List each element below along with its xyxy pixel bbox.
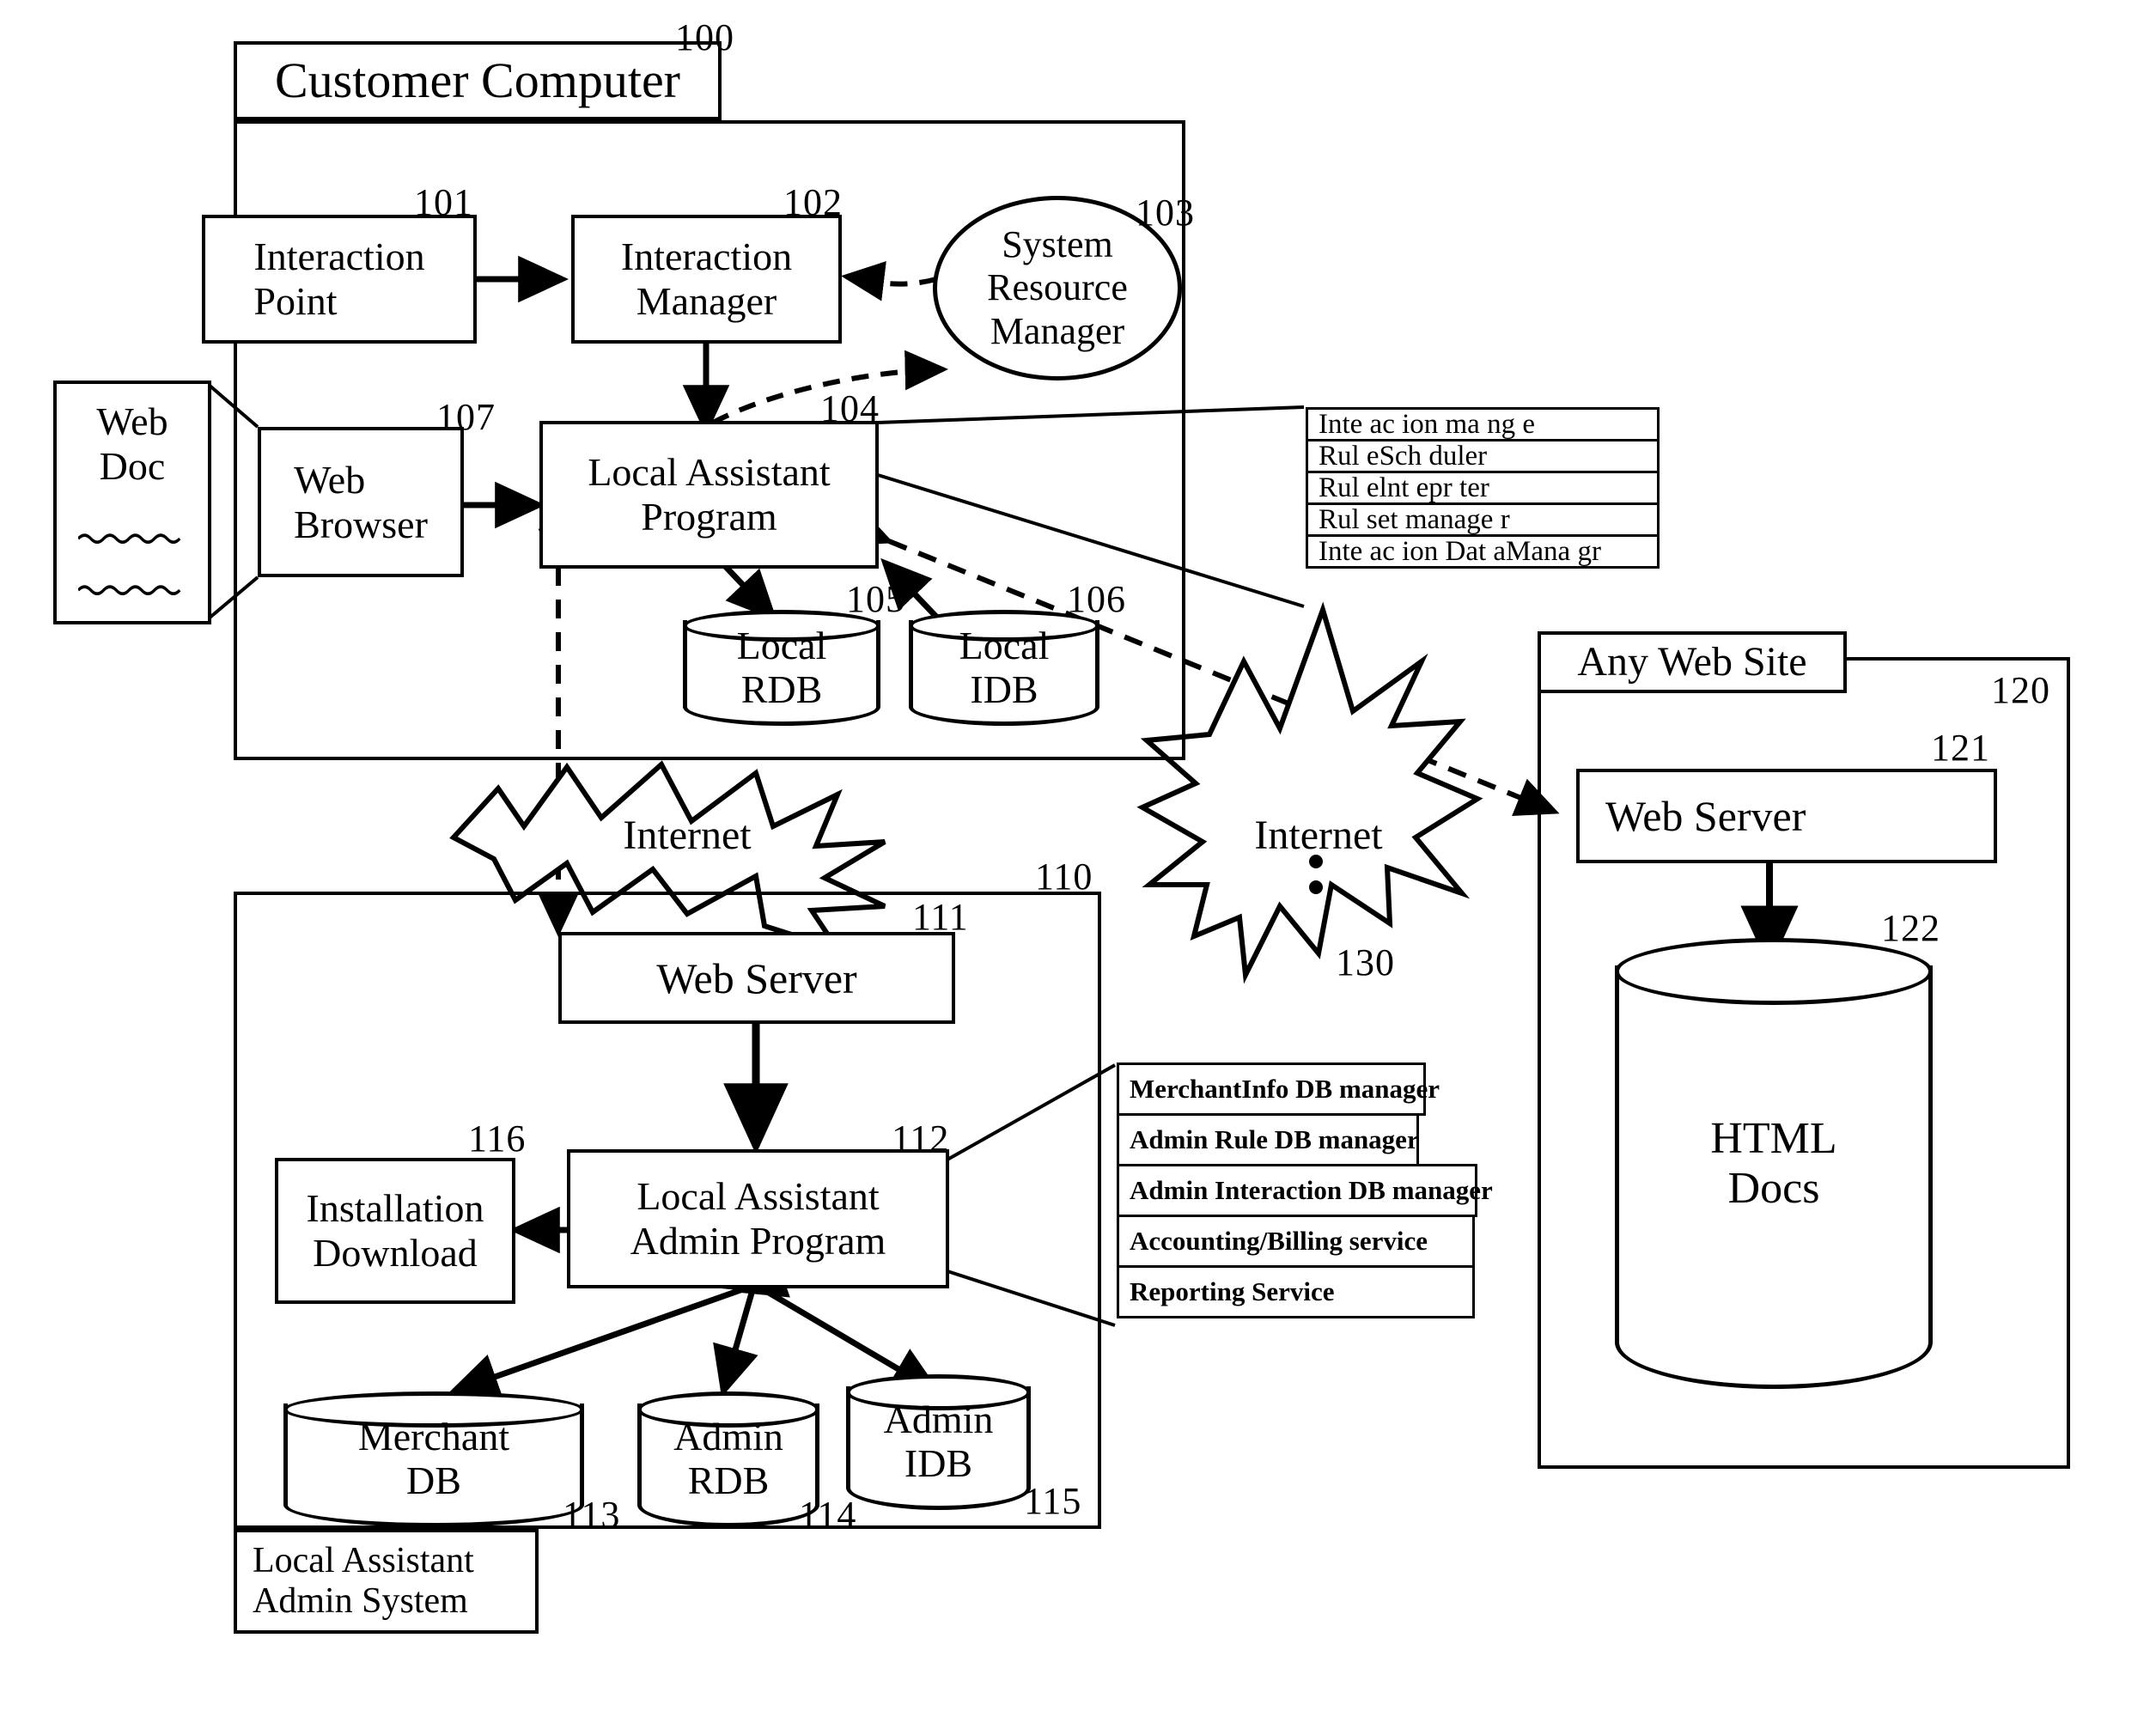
admin-idb-text: Admin IDB xyxy=(846,1374,1031,1510)
ref-116: 116 xyxy=(468,1117,527,1160)
interaction-point-line1: Interaction xyxy=(253,234,425,279)
admin-module-list-item: Accounting/Billing service xyxy=(1117,1215,1475,1268)
local-rdb-cylinder[interactable]: Local RDB xyxy=(683,610,880,726)
module-list-item: Rul elnt epr ter xyxy=(1306,471,1660,505)
site-web-server-box[interactable]: Web Server xyxy=(1576,769,1997,863)
lap-line1: Local Assistant xyxy=(588,450,831,495)
web-doc-squiggle-1 xyxy=(77,533,181,544)
customer-computer-title: Customer Computer xyxy=(234,41,722,120)
internet-starburst-right xyxy=(1136,601,1483,984)
install-line2: Download xyxy=(313,1231,478,1275)
admin-system-caption-box: Local Assistant Admin System xyxy=(234,1529,539,1634)
web-doc-text: Web Doc xyxy=(57,399,208,488)
admin-module-list-item: Reporting Service xyxy=(1117,1265,1475,1318)
merchant-db-line1: Merchant xyxy=(357,1415,510,1459)
module-list-item: Inte ac ion ma ng e xyxy=(1306,407,1660,441)
interaction-manager-line2: Manager xyxy=(636,279,777,323)
ref-100: 100 xyxy=(675,16,734,58)
admin-caption-line2: Admin System xyxy=(253,1581,468,1621)
ref-102: 102 xyxy=(783,181,843,223)
srm-line3: Manager xyxy=(990,309,1125,352)
interaction-point-line2: Point xyxy=(253,279,338,323)
admin-idb-cylinder[interactable]: Admin IDB xyxy=(846,1374,1031,1510)
admin-web-server-label: Web Server xyxy=(656,953,857,1002)
srm-line1: System xyxy=(1002,223,1113,266)
merchant-db-line2: DB xyxy=(406,1458,461,1502)
admin-caption-line1: Local Assistant xyxy=(253,1540,474,1580)
any-web-site-title-text: Any Web Site xyxy=(1577,639,1807,685)
installation-download-box[interactable]: Installation Download xyxy=(275,1158,515,1304)
web-doc-page: Web Doc xyxy=(53,381,211,624)
web-browser-line2: Browser xyxy=(294,502,428,546)
web-doc-squiggle-2 xyxy=(77,585,181,595)
internet-label-right: Internet xyxy=(1254,813,1383,858)
lap-line2: Program xyxy=(641,495,777,539)
admin-rdb-line2: RDB xyxy=(687,1458,770,1502)
ref-120: 120 xyxy=(1991,669,2050,711)
web-doc-line1: Web xyxy=(96,399,168,443)
admin-idb-line1: Admin xyxy=(883,1397,994,1442)
admin-rdb-cylinder[interactable]: Admin RDB xyxy=(637,1391,819,1527)
patent-figure-canvas: Interaction Manager (dashed) --> System … xyxy=(0,0,2156,1711)
admin-idb-line2: IDB xyxy=(904,1441,973,1485)
merchant-db-text: Merchant DB xyxy=(283,1391,584,1527)
local-idb-line1: Local xyxy=(959,623,1050,667)
laap-line2: Admin Program xyxy=(630,1219,886,1263)
module-list-item: Inte ac ion Dat aMana gr xyxy=(1306,534,1660,569)
ref-115: 115 xyxy=(1024,1480,1082,1522)
local-rdb-line2: RDB xyxy=(740,667,823,711)
srm-line2: Resource xyxy=(987,266,1128,309)
local-assistant-admin-program-box[interactable]: Local Assistant Admin Program xyxy=(567,1149,949,1288)
ref-103: 103 xyxy=(1136,192,1195,234)
admin-rdb-line1: Admin xyxy=(673,1415,783,1459)
module-list-item: Rul eSch duler xyxy=(1306,439,1660,473)
internet-dot-lower xyxy=(1309,880,1323,894)
admin-module-list-item: MerchantInfo DB manager xyxy=(1117,1063,1440,1116)
ref-104: 104 xyxy=(820,387,880,429)
local-idb-cylinder[interactable]: Local IDB xyxy=(909,610,1099,726)
ref-101: 101 xyxy=(414,181,473,223)
ref-111: 111 xyxy=(912,896,969,938)
site-web-server-label: Web Server xyxy=(1605,792,1806,840)
html-docs-text: HTML Docs xyxy=(1615,938,1933,1389)
html-docs-line1: HTML xyxy=(1710,1114,1837,1164)
web-browser-line1: Web xyxy=(294,457,366,502)
ref-121: 121 xyxy=(1931,727,1990,769)
html-docs-line2: Docs xyxy=(1727,1163,1820,1213)
admin-web-server-box[interactable]: Web Server xyxy=(558,932,955,1024)
ref-110: 110 xyxy=(1035,856,1093,898)
any-web-site-title: Any Web Site xyxy=(1538,631,1847,693)
laap-line1: Local Assistant xyxy=(636,1174,880,1219)
internet-label-left: Internet xyxy=(623,813,752,858)
admin-rdb-text: Admin RDB xyxy=(637,1391,819,1527)
customer-computer-title-text: Customer Computer xyxy=(274,52,680,108)
local-idb-text: Local IDB xyxy=(909,610,1099,726)
admin-module-list-item: Admin Interaction DB manager xyxy=(1117,1164,1493,1217)
local-rdb-line1: Local xyxy=(736,623,827,667)
local-rdb-text: Local RDB xyxy=(683,610,880,726)
web-doc-line2: Doc xyxy=(99,443,166,488)
admin-module-list-item: Admin Rule DB manager xyxy=(1117,1113,1419,1166)
local-assistant-program-module-list: Inte ac ion ma ng e Rul eSch duler Rul e… xyxy=(1306,407,1660,569)
install-line1: Installation xyxy=(306,1186,484,1231)
admin-program-module-list: MerchantInfo DB manager Admin Rule DB ma… xyxy=(1117,1063,1493,1318)
interaction-manager-box[interactable]: Interaction Manager xyxy=(571,215,842,344)
module-list-item: Rul set manage r xyxy=(1306,502,1660,537)
ref-107: 107 xyxy=(436,396,496,438)
local-idb-line2: IDB xyxy=(970,667,1038,711)
local-assistant-program-box[interactable]: Local Assistant Program xyxy=(539,421,879,569)
interaction-point-box[interactable]: Interaction Point xyxy=(202,215,477,344)
interaction-manager-line1: Interaction xyxy=(620,234,793,279)
ref-130: 130 xyxy=(1336,941,1395,983)
web-browser-box[interactable]: Web Browser xyxy=(258,427,464,577)
ref-112: 112 xyxy=(892,1117,950,1160)
merchant-db-cylinder[interactable]: Merchant DB xyxy=(283,1391,584,1527)
html-docs-cylinder[interactable]: HTML Docs xyxy=(1615,938,1933,1389)
